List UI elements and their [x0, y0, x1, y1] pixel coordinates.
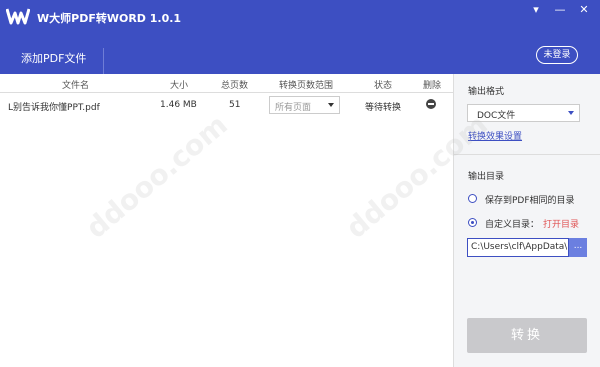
table-header: 文件名 大小 总页数 转换页数范围 状态 删除	[0, 74, 453, 93]
app-title: W大师PDF转WORD 1.0.1	[37, 12, 182, 25]
chevron-down-icon	[568, 111, 574, 115]
app-logo-icon	[6, 8, 30, 25]
table-row[interactable]: L别告诉我你懂PPT.pdf 1.46 MB 51 所有页面 等待转换	[0, 96, 453, 118]
radio-same-dir[interactable]	[468, 194, 477, 203]
page-range-select[interactable]: 所有页面	[269, 96, 340, 114]
convert-button[interactable]: 转换	[467, 318, 587, 353]
output-dir-label: 输出目录	[468, 172, 505, 182]
title-bar: W大师PDF转WORD 1.0.1 ▾ — ✕	[0, 0, 600, 38]
page-count: 51	[229, 100, 241, 110]
column-header-pages: 总页数	[221, 81, 249, 91]
radio-same-dir-label[interactable]: 保存到PDF相同的目录	[485, 193, 575, 206]
format-value: DOC文件	[477, 111, 516, 121]
login-button[interactable]: 未登录	[536, 46, 578, 64]
menu-icon[interactable]: ▾	[529, 3, 543, 17]
output-path-value: C:\Users\clf\AppData\F	[471, 242, 567, 252]
output-format-label: 输出格式	[468, 87, 505, 97]
browse-button[interactable]: ...	[569, 238, 587, 257]
conversion-settings-link[interactable]: 转换效果设置	[468, 129, 522, 142]
open-directory-link[interactable]: 打开目录	[543, 217, 579, 230]
status-text: 等待转换	[365, 103, 402, 113]
file-size: 1.46 MB	[160, 100, 197, 110]
column-header-size: 大小	[170, 81, 189, 91]
format-select[interactable]: DOC文件	[467, 104, 580, 122]
settings-sidebar: 输出格式 DOC文件 转换效果设置 输出目录 保存到PDF相同的目录 自定义目录…	[453, 74, 600, 367]
column-header-status: 状态	[374, 81, 393, 91]
minimize-icon[interactable]: —	[553, 3, 567, 17]
radio-custom-dir-label[interactable]: 自定义目录：	[485, 217, 539, 230]
file-table: 文件名 大小 总页数 转换页数范围 状态 删除 L别告诉我你懂PPT.pdf 1…	[0, 74, 453, 367]
page-range-value: 所有页面	[275, 103, 312, 113]
column-header-delete: 删除	[423, 81, 442, 91]
column-header-range: 转换页数范围	[279, 81, 334, 91]
close-icon[interactable]: ✕	[577, 3, 591, 17]
chevron-down-icon	[328, 103, 334, 107]
output-path-field[interactable]: C:\Users\clf\AppData\F	[467, 238, 569, 257]
toolbar: 添加PDF文件 未登录	[0, 38, 600, 74]
radio-custom-dir[interactable]	[468, 218, 477, 227]
column-header-filename: 文件名	[62, 81, 90, 91]
divider	[454, 154, 600, 155]
file-name: L别告诉我你懂PPT.pdf	[8, 103, 100, 113]
add-pdf-button[interactable]: 添加PDF文件	[0, 48, 104, 74]
delete-icon[interactable]	[426, 99, 436, 109]
